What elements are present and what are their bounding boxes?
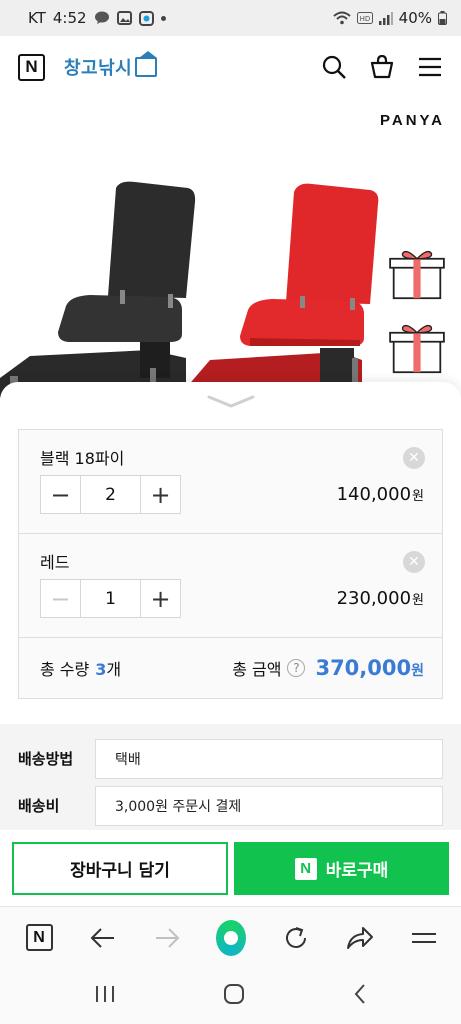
shipping-method-row: 배송방법 택배 xyxy=(18,736,443,781)
naver-logo-icon: N xyxy=(25,924,53,951)
shipping-info: 배송방법 택배 배송비 3,000원 주문시 결제 xyxy=(0,724,461,830)
amount-value: 370,000 xyxy=(315,656,412,680)
shipping-fee-row: 배송비 3,000원 주문시 결제 xyxy=(18,783,443,828)
green-dot-button[interactable] xyxy=(216,919,247,956)
increase-button[interactable]: + xyxy=(141,580,180,617)
amount-unit: 원 xyxy=(411,663,424,679)
svg-text:HD: HD xyxy=(359,15,370,23)
signal-icon xyxy=(378,11,393,25)
chevron-down-icon[interactable] xyxy=(207,394,255,408)
carrier: KT xyxy=(28,9,46,27)
order-totals: 총 수량 3개 총 금액 ? 370,000원 xyxy=(19,638,442,698)
share-icon[interactable] xyxy=(345,923,375,953)
option-name: 레드 xyxy=(40,553,70,572)
back-icon[interactable] xyxy=(352,983,368,1009)
home-icon[interactable] xyxy=(223,983,245,1009)
price-value: 230,000 xyxy=(336,588,412,609)
add-to-cart-button[interactable]: 장바구니 담기 xyxy=(12,842,228,895)
notification-dot xyxy=(160,15,166,21)
shipping-fee-value[interactable]: 3,000원 주문시 결제 xyxy=(95,785,443,826)
option-price: 140,000원 xyxy=(337,484,424,505)
total-count-label: 총 수량 xyxy=(40,660,90,679)
menu-icon[interactable] xyxy=(409,923,439,953)
shipping-method-value[interactable]: 택배 xyxy=(95,738,443,779)
recent-apps-icon[interactable] xyxy=(94,985,116,1007)
naver-home-button[interactable]: N xyxy=(18,53,45,81)
shopping-bag-icon[interactable] xyxy=(369,54,395,80)
forward-arrow-icon[interactable] xyxy=(152,923,182,953)
quantity-value[interactable]: 1 xyxy=(80,580,141,617)
menu-icon[interactable] xyxy=(417,54,443,80)
naver-pay-icon: N xyxy=(294,857,317,880)
store-name: 창고낚시 xyxy=(64,58,133,79)
quantity-stepper: − 1 + xyxy=(40,579,181,618)
refresh-icon[interactable] xyxy=(281,923,311,953)
status-bar: KT 4:52 HD 40% xyxy=(0,0,461,36)
total-amount: 370,000원 xyxy=(315,656,424,680)
wifi-icon xyxy=(332,11,351,25)
green-dot-icon xyxy=(216,919,247,956)
back-arrow-icon[interactable] xyxy=(88,923,118,953)
count-value: 3 xyxy=(95,660,107,679)
gallery-icon xyxy=(116,11,132,25)
quantity-stepper: − 2 + xyxy=(40,475,181,514)
naver-home-button[interactable]: N xyxy=(24,923,54,953)
close-icon[interactable]: ✕ xyxy=(403,551,425,573)
purchase-actions: 장바구니 담기 N 바로구매 xyxy=(0,830,461,906)
system-navigation xyxy=(0,968,461,1024)
buy-now-button[interactable]: N 바로구매 xyxy=(234,842,449,895)
price-unit: 원 xyxy=(412,489,424,504)
selected-options: 블랙 18파이 ✕ − 2 + 140,000원 레드 ✕ − 1 + 230,… xyxy=(18,429,443,699)
app-header: N 창고낚시 xyxy=(0,36,461,98)
help-icon[interactable]: ? xyxy=(287,659,306,677)
buy-now-label: 바로구매 xyxy=(325,861,389,881)
quantity-value[interactable]: 2 xyxy=(80,476,141,513)
price-value: 140,000 xyxy=(336,484,412,505)
chat-icon xyxy=(94,11,109,24)
gift-icon xyxy=(389,324,445,374)
option-item: 레드 ✕ − 1 + 230,000원 xyxy=(19,534,442,638)
browser-toolbar: N xyxy=(0,906,461,968)
shipping-fee-label: 배송비 xyxy=(18,797,60,815)
warehouse-icon xyxy=(135,51,158,77)
option-name: 블랙 18파이 xyxy=(40,449,125,468)
increase-button[interactable]: + xyxy=(141,476,180,513)
option-item: 블랙 18파이 ✕ − 2 + 140,000원 xyxy=(19,430,442,534)
naver-icon xyxy=(138,10,154,26)
product-image[interactable]: PANYA xyxy=(0,98,461,398)
price-unit: 원 xyxy=(412,593,424,608)
store-logo[interactable]: 창고낚시 xyxy=(64,51,158,80)
count-unit: 개 xyxy=(106,660,122,679)
gift-icon xyxy=(389,250,445,300)
decrease-button[interactable]: − xyxy=(41,580,80,617)
battery-icon xyxy=(438,11,447,25)
order-sheet: 블랙 18파이 ✕ − 2 + 140,000원 레드 ✕ − 1 + 230,… xyxy=(0,382,461,830)
close-icon[interactable]: ✕ xyxy=(403,447,425,469)
total-amount-label: 총 금액 xyxy=(232,660,282,679)
total-count: 3개 xyxy=(95,656,121,680)
decrease-button[interactable]: − xyxy=(41,476,80,513)
option-price: 230,000원 xyxy=(337,588,424,609)
shipping-method-label: 배송방법 xyxy=(18,750,74,768)
clock: 4:52 xyxy=(52,9,87,27)
search-icon[interactable] xyxy=(321,54,347,80)
hd-icon: HD xyxy=(356,12,373,24)
battery-percent: 40% xyxy=(398,9,432,27)
